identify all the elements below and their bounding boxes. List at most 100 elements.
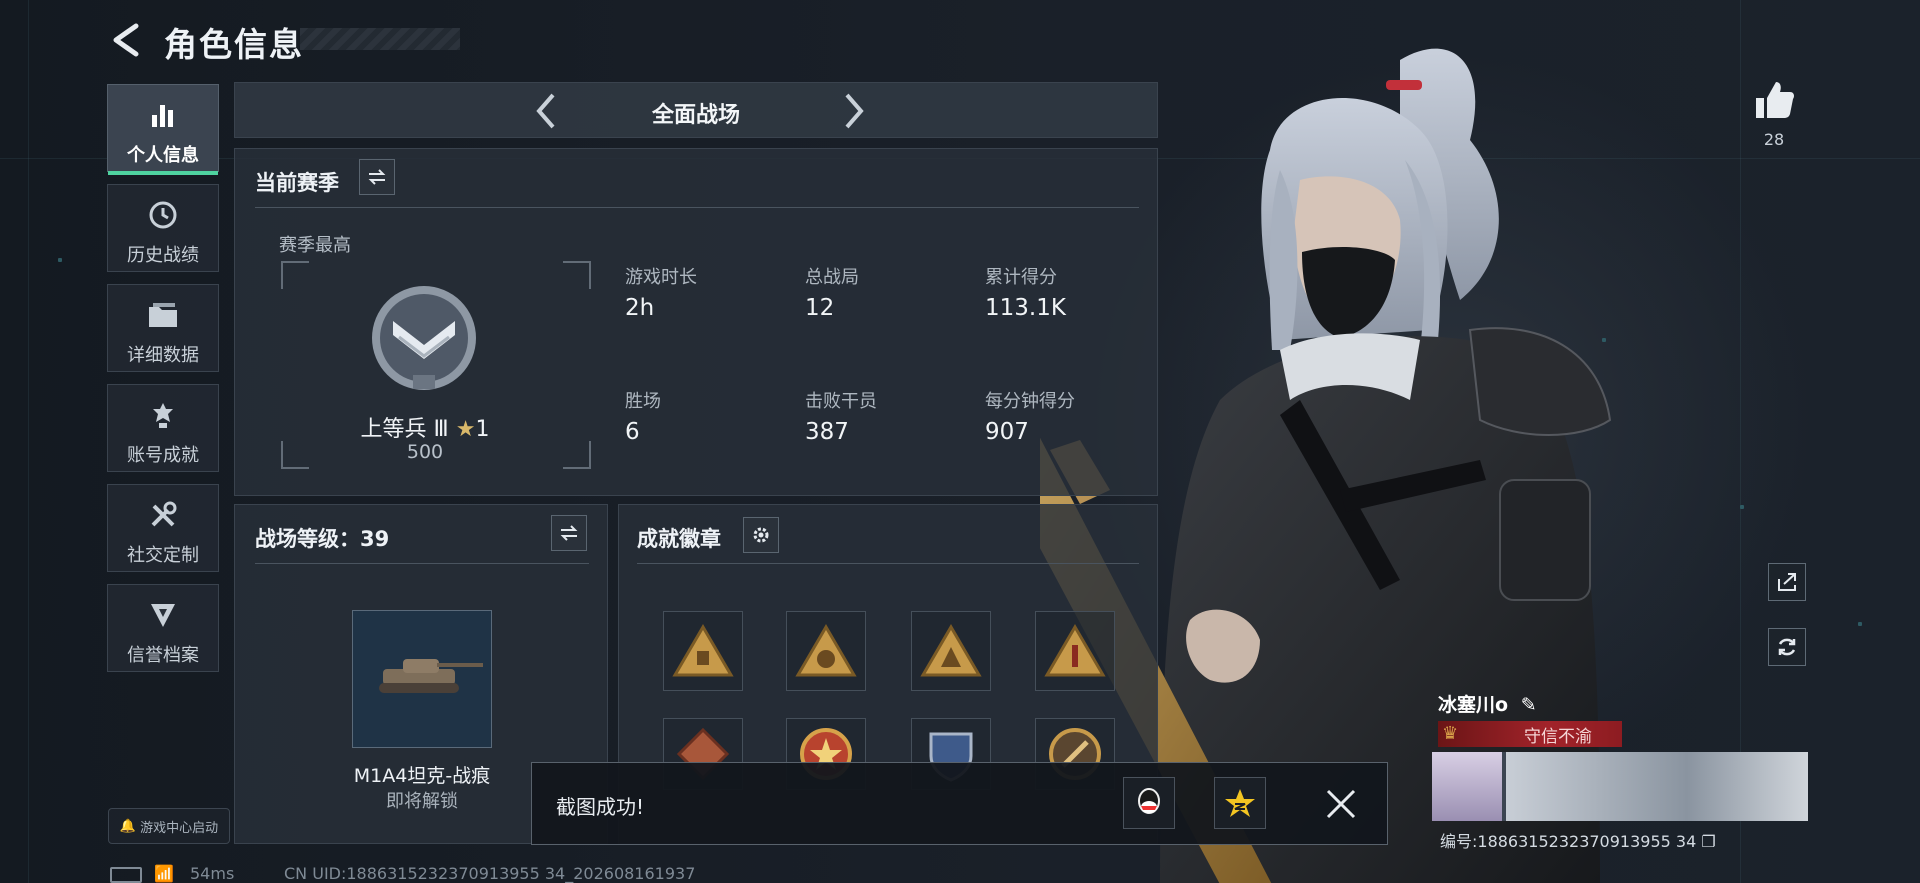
gear-icon bbox=[753, 527, 769, 543]
badge-settings-button[interactable] bbox=[743, 517, 779, 553]
grid-dot bbox=[1740, 505, 1744, 509]
sidebar-item-label: 账号成就 bbox=[127, 445, 199, 466]
sidebar-item-label: 信誉档案 bbox=[127, 645, 199, 666]
player-name: 冰塞川o ✎ bbox=[1438, 690, 1537, 717]
ping-value: 54ms bbox=[190, 864, 235, 883]
player-title-tag: ♛ 守信不渝 bbox=[1438, 721, 1622, 747]
refresh-icon bbox=[1778, 638, 1796, 656]
screenshot-toast: 截图成功! bbox=[531, 762, 1388, 845]
chevron-right-icon[interactable] bbox=[833, 91, 873, 131]
player-id-text: 编号:1886315232370913955 34 bbox=[1440, 832, 1697, 851]
sidebar-item-social-custom[interactable]: 社交定制 bbox=[107, 484, 219, 572]
achievement-icon bbox=[108, 399, 218, 431]
sidebar-item-detailed-data[interactable]: 详细数据 bbox=[107, 284, 219, 372]
sidebar-item-label: 个人信息 bbox=[127, 145, 199, 166]
swap-level-button[interactable] bbox=[551, 515, 587, 551]
badge-slot[interactable] bbox=[663, 611, 743, 691]
share-qzone-button[interactable] bbox=[1214, 777, 1266, 829]
wifi-icon: 📶 bbox=[154, 864, 174, 883]
badge-icon bbox=[795, 624, 857, 677]
like-count: 28 bbox=[1763, 130, 1785, 149]
share-icon bbox=[1778, 573, 1796, 591]
star-icon: ★ bbox=[455, 417, 476, 442]
thumbs-up-icon[interactable] bbox=[1752, 78, 1796, 122]
refresh-button[interactable] bbox=[1768, 628, 1806, 666]
sidebar-item-label: 详细数据 bbox=[127, 345, 199, 366]
reputation-icon bbox=[108, 599, 218, 631]
sidebar-item-history[interactable]: 历史战绩 bbox=[107, 184, 219, 272]
rank-emblem-icon bbox=[372, 286, 476, 390]
game-center-launch-button[interactable]: 🔔 游戏中心启动 bbox=[108, 808, 230, 844]
mode-selector: 全面战场 bbox=[234, 82, 1158, 138]
uid-watermark: CN UID:1886315232370913955 34_2026081619… bbox=[284, 864, 696, 883]
title-emblem-icon: ♛ bbox=[1442, 723, 1459, 744]
mode-title: 全面战场 bbox=[651, 103, 740, 128]
sidebar-item-reputation[interactable]: 信誉档案 bbox=[107, 584, 219, 672]
badge-icon bbox=[920, 624, 982, 677]
close-icon[interactable] bbox=[1322, 785, 1360, 823]
badge-icon bbox=[672, 624, 734, 677]
tools-icon bbox=[108, 499, 218, 531]
badges-title: 成就徽章 bbox=[637, 527, 721, 551]
player-name-text: 冰塞川o bbox=[1438, 694, 1509, 716]
stat-label: 胜场 bbox=[625, 391, 661, 412]
clock-icon bbox=[108, 199, 218, 231]
bell-icon: 🔔 bbox=[119, 818, 137, 834]
divider bbox=[255, 207, 1139, 208]
share-qq-button[interactable] bbox=[1123, 777, 1175, 829]
stat-value: 387 bbox=[805, 419, 849, 445]
sidebar-item-achievements[interactable]: 账号成就 bbox=[107, 384, 219, 472]
stat-label: 击败干员 bbox=[805, 391, 877, 412]
stat-value: 6 bbox=[625, 419, 640, 445]
badge-slot[interactable] bbox=[1035, 611, 1115, 691]
frame-corner bbox=[563, 261, 591, 289]
sidebar-item-label: 历史战绩 bbox=[127, 245, 199, 266]
sidebar-item-personal-info[interactable]: 个人信息 bbox=[107, 84, 219, 175]
namecard-banner bbox=[1506, 752, 1808, 821]
edit-icon[interactable]: ✎ bbox=[1521, 694, 1537, 716]
player-id-code: 编号:1886315232370913955 34 ❐ bbox=[1440, 828, 1716, 852]
rank-name: 上等兵 Ⅲ bbox=[360, 417, 449, 442]
share-button[interactable] bbox=[1768, 563, 1806, 601]
toast-message: 截图成功! bbox=[556, 795, 645, 819]
season-title: 当前赛季 bbox=[255, 171, 339, 195]
stat-label: 累计得分 bbox=[985, 267, 1057, 288]
battery-icon bbox=[110, 864, 142, 883]
swap-season-button[interactable] bbox=[359, 159, 395, 195]
stat-label: 每分钟得分 bbox=[985, 391, 1075, 412]
rank-line: 上等兵 Ⅲ ★1 bbox=[235, 411, 615, 443]
stat-value: 2h bbox=[625, 295, 655, 321]
swap-icon bbox=[560, 525, 578, 541]
back-arrow-icon[interactable] bbox=[108, 20, 144, 60]
divider bbox=[255, 563, 589, 564]
sidebar-item-label: 社交定制 bbox=[127, 545, 199, 566]
copy-icon[interactable]: ❐ bbox=[1701, 832, 1715, 851]
grid-line bbox=[28, 0, 29, 883]
vehicle-card[interactable] bbox=[352, 610, 492, 748]
grid-dot bbox=[1858, 622, 1862, 626]
grid-dot bbox=[58, 258, 62, 262]
rank-points: 500 bbox=[406, 441, 444, 463]
qzone-star-icon bbox=[1225, 789, 1255, 817]
badge-slot[interactable] bbox=[911, 611, 991, 691]
swap-icon bbox=[368, 169, 386, 185]
badge-icon bbox=[1044, 624, 1106, 677]
profile-card-strip[interactable] bbox=[1432, 752, 1808, 821]
season-panel: 当前赛季 赛季最高 上等兵 Ⅲ ★1 500 游戏时长 2h 总战局 12 累计… bbox=[234, 148, 1158, 496]
badge-slot[interactable] bbox=[786, 611, 866, 691]
divider bbox=[637, 563, 1139, 564]
avatar bbox=[1432, 752, 1502, 821]
frame-corner bbox=[281, 261, 309, 289]
player-title: 守信不渝 bbox=[1524, 726, 1592, 747]
stat-value: 113.1K bbox=[985, 295, 1066, 321]
stat-label: 总战局 bbox=[805, 267, 859, 288]
grid-line bbox=[1740, 0, 1741, 883]
battlefield-level-title: 战场等级：39 bbox=[255, 527, 390, 551]
qq-icon bbox=[1138, 788, 1160, 814]
launch-label: 游戏中心启动 bbox=[140, 820, 219, 836]
title-decoration bbox=[300, 28, 460, 50]
folder-icon bbox=[108, 299, 218, 331]
stat-value: 907 bbox=[985, 419, 1029, 445]
bar-chart-icon bbox=[108, 99, 218, 131]
stat-value: 12 bbox=[805, 295, 835, 321]
